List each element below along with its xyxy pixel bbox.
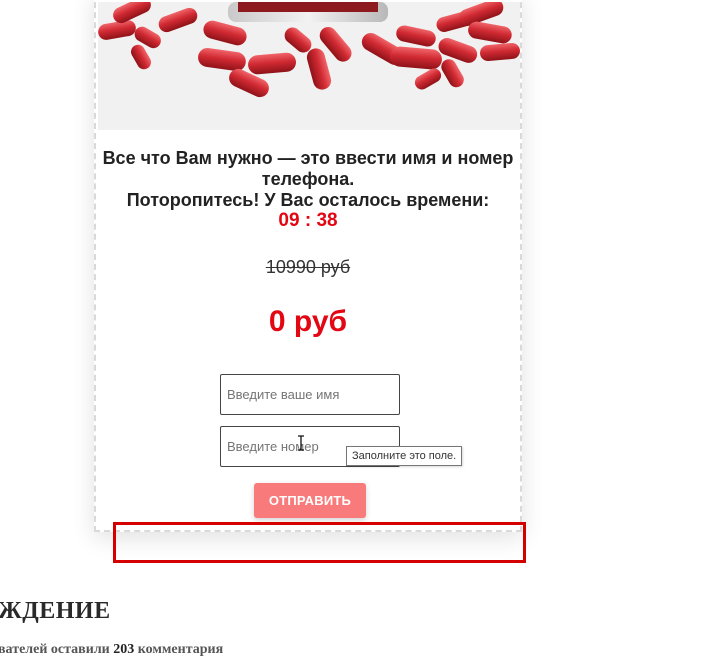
- highlight-box: [113, 522, 526, 563]
- product-image: [98, 2, 520, 130]
- new-price: 0 руб: [268, 305, 348, 338]
- submit-button[interactable]: ОТПРАВИТЬ: [254, 483, 366, 518]
- countdown-timer: 09 : 38: [278, 210, 338, 231]
- section-title: ЖДЕНИЕ: [0, 598, 111, 624]
- pills-image: [98, 2, 520, 130]
- headline-line-2: телефона.: [261, 169, 355, 189]
- promo-headline: Все что Вам нужно — это ввести имя и ном…: [96, 148, 520, 211]
- name-input[interactable]: [220, 374, 400, 415]
- old-price: 10990 руб: [265, 257, 351, 277]
- validation-tooltip: Заполните это поле.: [346, 446, 463, 466]
- headline-line-3: Поторопитесь! У Вас осталось времени:: [126, 190, 490, 210]
- page: Все что Вам нужно — это ввести имя и ном…: [0, 0, 718, 660]
- comments-prefix: вателей оставили: [0, 642, 110, 657]
- headline-line-1: Все что Вам нужно — это ввести имя и ном…: [102, 148, 514, 168]
- comments-summary: вателей оставили 203 комментария: [0, 642, 223, 658]
- comments-count: 203: [113, 642, 135, 657]
- comments-suffix: комментария: [137, 642, 224, 657]
- promo-card: Все что Вам нужно — это ввести имя и ном…: [94, 0, 522, 532]
- text-cursor-icon: [298, 435, 304, 451]
